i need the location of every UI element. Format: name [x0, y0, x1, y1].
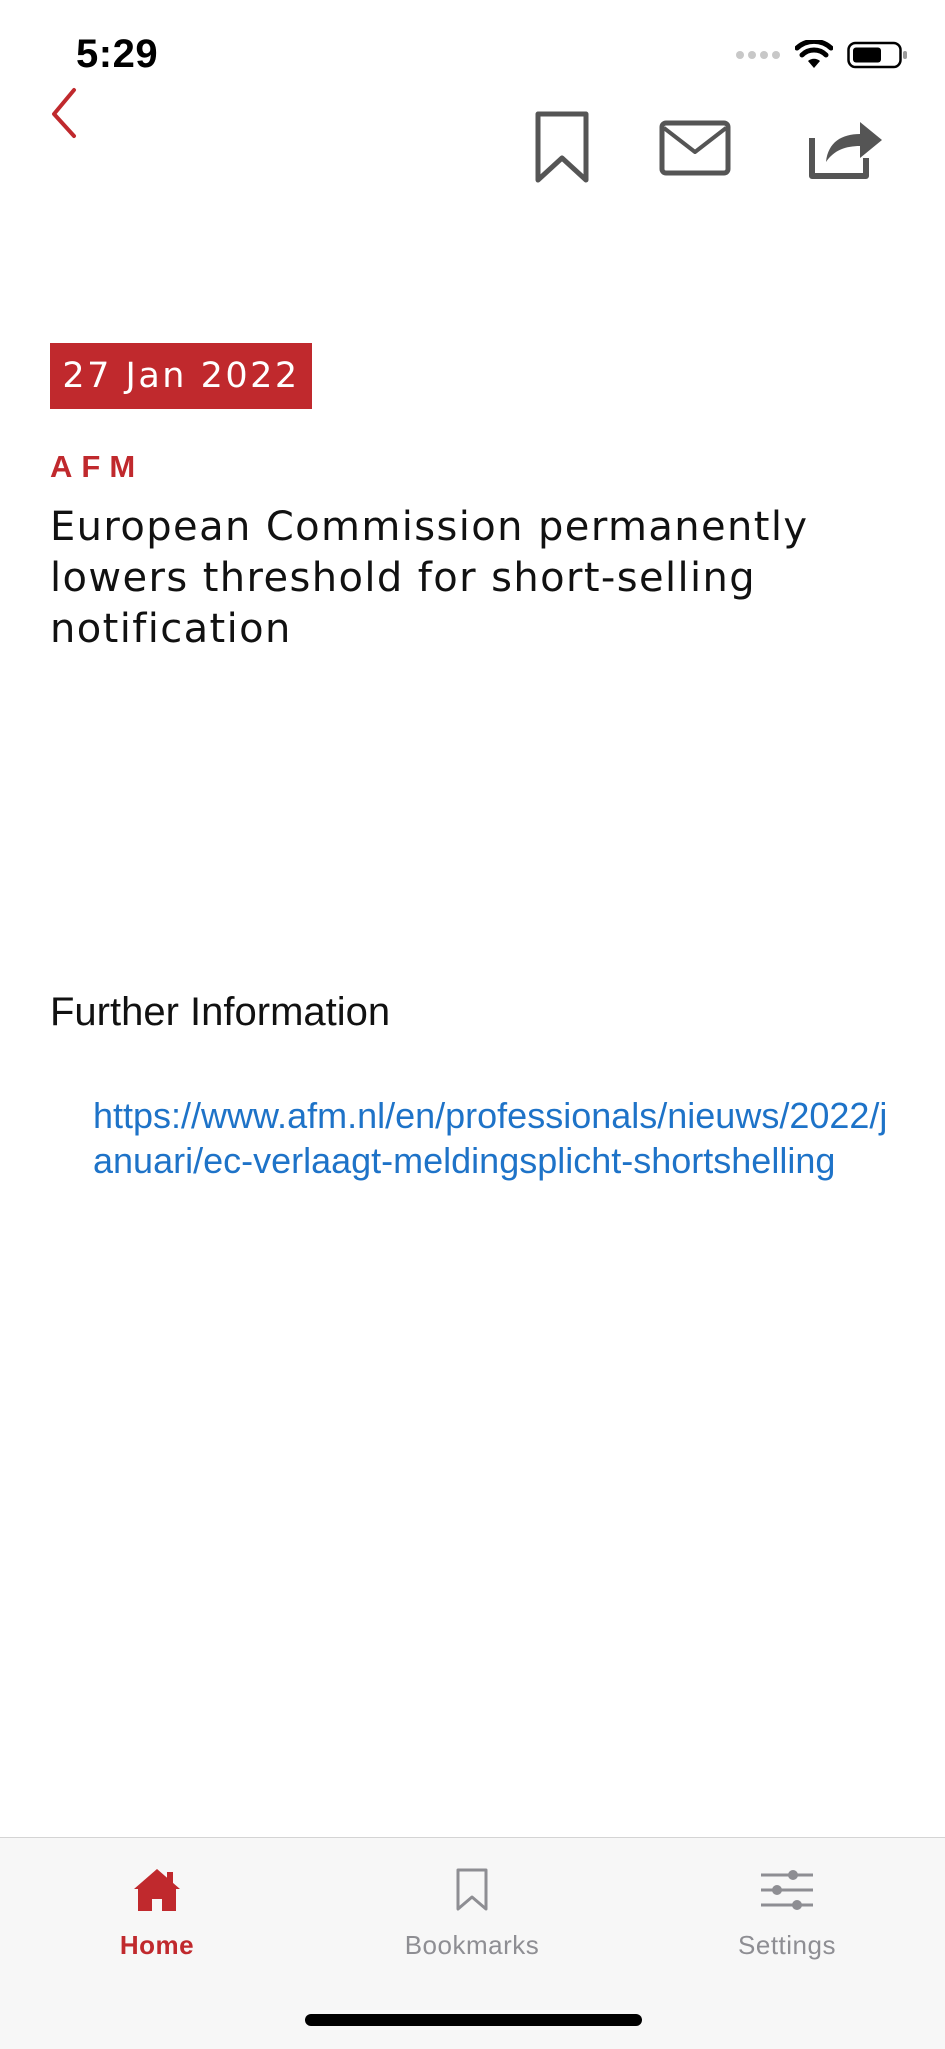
share-icon	[809, 122, 882, 179]
date-badge: 27 Jan 2022	[50, 343, 312, 409]
tab-settings[interactable]: Settings	[687, 1838, 887, 1978]
source-label: AFM	[50, 449, 145, 484]
share-button[interactable]	[806, 108, 886, 188]
email-button[interactable]	[655, 108, 735, 188]
further-information-heading: Further Information	[50, 990, 391, 1034]
bookmark-icon	[442, 1860, 502, 1920]
battery-icon	[847, 41, 907, 69]
tab-bookmarks[interactable]: Bookmarks	[372, 1838, 572, 1978]
chevron-left-icon	[52, 88, 76, 138]
article-headline: European Commission permanently lowers t…	[50, 504, 809, 652]
envelope-icon	[659, 120, 731, 176]
bookmark-button[interactable]	[522, 108, 602, 188]
home-icon	[127, 1860, 187, 1920]
home-indicator	[305, 2014, 642, 2026]
tab-settings-label: Settings	[738, 1930, 836, 1960]
wifi-icon	[795, 40, 833, 68]
further-information-link[interactable]: https://www.afm.nl/en/professionals/nieu…	[93, 1093, 893, 1183]
signal-icon	[736, 51, 780, 59]
back-button[interactable]	[44, 80, 84, 140]
sliders-icon	[757, 1860, 817, 1920]
bookmark-icon	[535, 111, 589, 183]
navigation-bar	[0, 70, 945, 200]
tab-bookmarks-label: Bookmarks	[404, 1930, 540, 1960]
tab-home-label: Home	[119, 1930, 195, 1960]
status-indicators	[735, 40, 909, 70]
tab-bar: Home Bookmarks Settings	[0, 1837, 945, 2049]
tab-home[interactable]: Home	[57, 1838, 257, 1978]
